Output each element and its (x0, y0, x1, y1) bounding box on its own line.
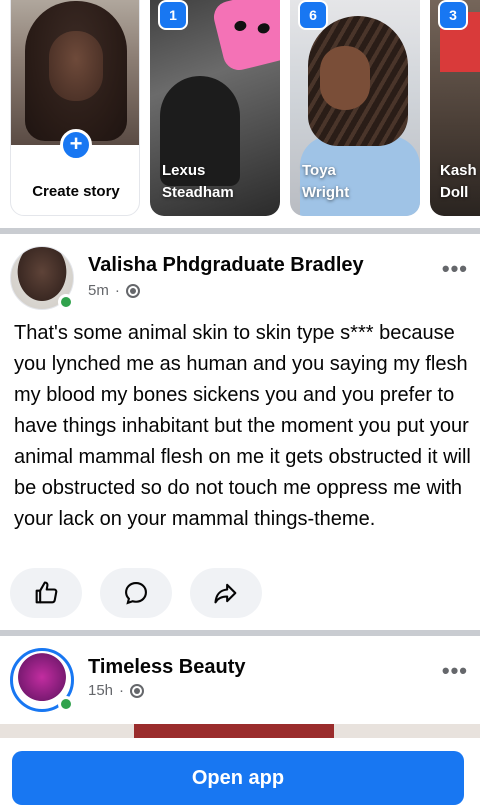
user-profile-photo (11, 0, 139, 145)
post-actions (10, 568, 262, 618)
share-icon (214, 583, 237, 604)
more-options-icon[interactable]: ••• (442, 256, 468, 282)
more-options-icon[interactable]: ••• (442, 658, 468, 684)
stories-tray: + Create story 1 Lexus Steadham 6 Toya W… (0, 0, 480, 228)
story-card-kash[interactable]: 3 Kash Doll (430, 0, 480, 216)
meta-separator: · (119, 682, 125, 699)
add-story-icon[interactable]: + (60, 129, 92, 161)
post-meta: 5m · (88, 282, 140, 299)
online-status-icon (58, 294, 74, 310)
post-author-name[interactable]: Timeless Beauty (88, 656, 246, 679)
share-button[interactable] (190, 568, 262, 618)
like-button[interactable] (10, 568, 82, 618)
author-avatar-wrap[interactable] (10, 246, 76, 312)
create-story-label: Create story (32, 183, 120, 200)
story-card-toya[interactable]: 6 Toya Wright (290, 0, 420, 216)
open-app-button[interactable]: Open app (12, 751, 464, 805)
like-icon (35, 581, 58, 604)
story-author-name: Toya Wright (302, 162, 350, 201)
post-author-name[interactable]: Valisha Phdgraduate Bradley (88, 254, 364, 277)
globe-icon (125, 283, 140, 298)
globe-icon (130, 683, 145, 698)
story-count-badge: 6 (298, 0, 328, 30)
story-card-lexus[interactable]: 1 Lexus Steadham (150, 0, 280, 216)
online-status-icon (58, 696, 74, 712)
meta-separator: · (114, 282, 120, 299)
create-story-card[interactable]: + Create story (10, 0, 140, 216)
story-author-name: Lexus Steadham (162, 162, 234, 201)
story-author-name: Kash Doll (440, 162, 477, 201)
feed-post: Valisha Phdgraduate Bradley 5m · ••• Tha… (0, 234, 480, 630)
comment-button[interactable] (100, 568, 172, 618)
comment-icon (125, 582, 147, 605)
post-meta: 15h · (88, 682, 145, 699)
story-count-badge: 1 (158, 0, 188, 30)
sticker-image (210, 0, 280, 74)
facebook-mobile-feed: + Create story 1 Lexus Steadham 6 Toya W… (0, 0, 480, 812)
author-avatar-wrap[interactable] (10, 648, 76, 714)
post-timestamp[interactable]: 5m (88, 282, 109, 299)
story-count-badge: 3 (438, 0, 468, 30)
feed-post: Timeless Beauty 15h · ••• (0, 636, 480, 748)
post-body-text: That's some animal skin to skin type s**… (14, 322, 471, 530)
post-timestamp[interactable]: 15h (88, 682, 113, 699)
